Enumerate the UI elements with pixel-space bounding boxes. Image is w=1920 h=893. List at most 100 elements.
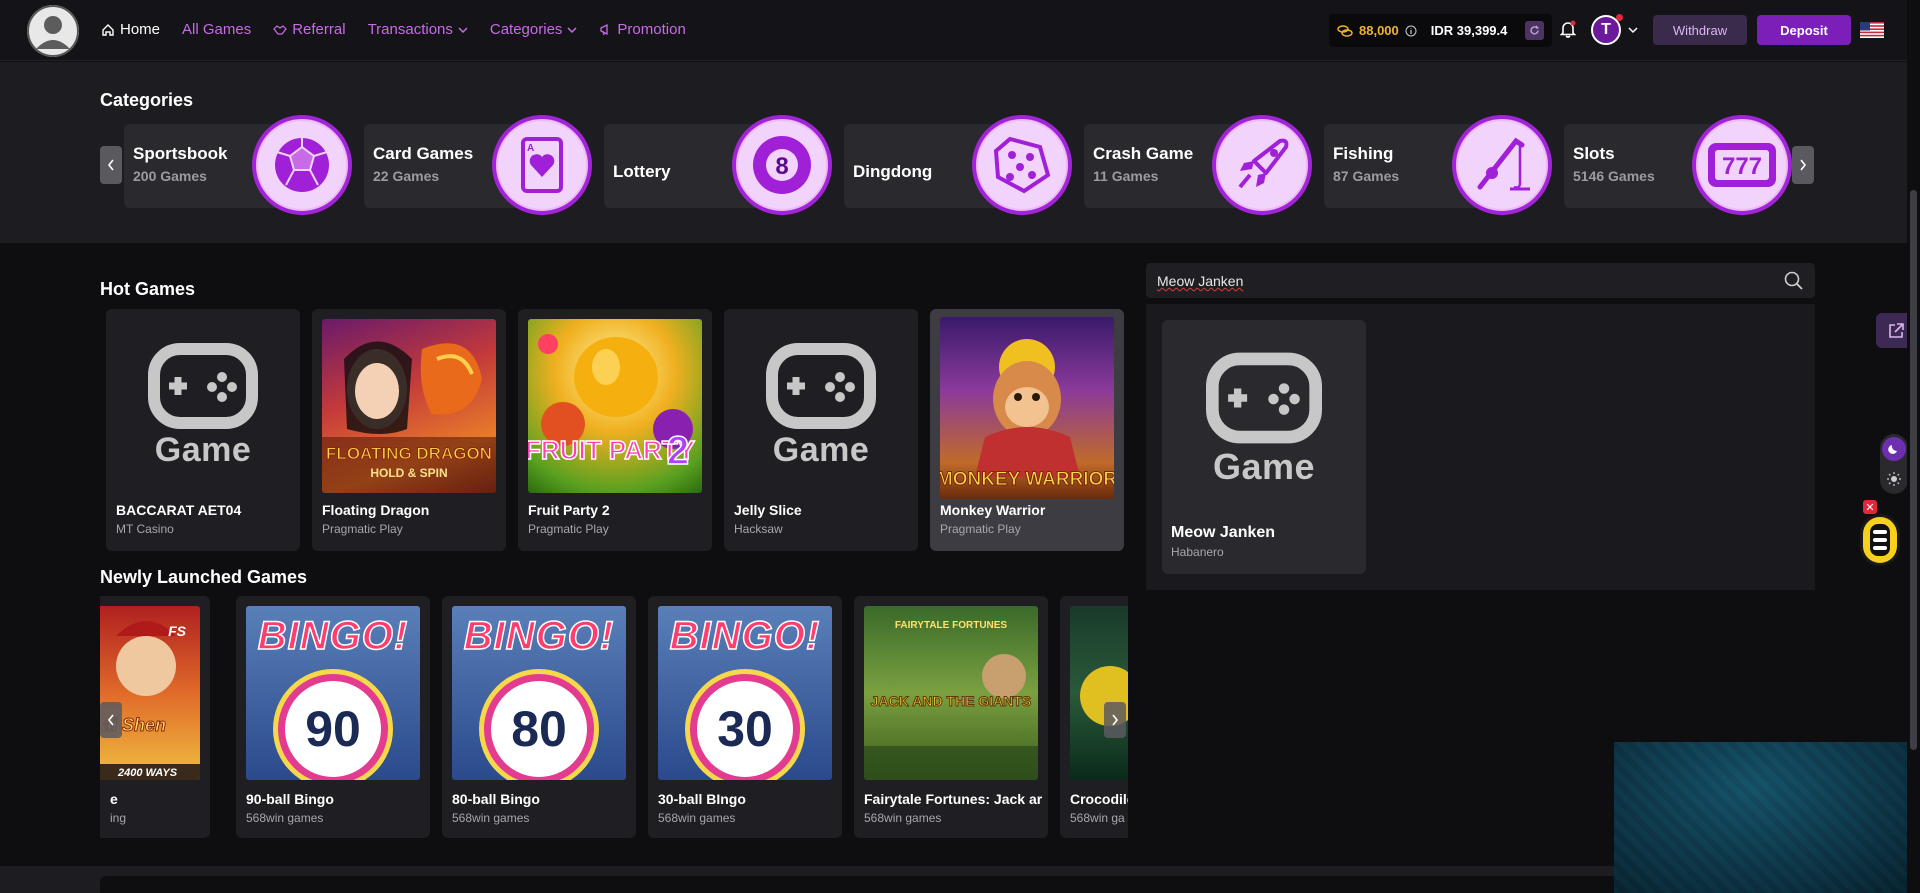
hot-game-card[interactable]: FRUIT PARTY 2 Fruit Party 2 Pragmatic Pl… — [518, 309, 712, 551]
slot-machine-icon: 777 — [1692, 115, 1792, 215]
categories-prev-button[interactable] — [100, 146, 122, 184]
us-flag-icon[interactable] — [1860, 22, 1884, 38]
video-preview-panel[interactable] — [1614, 742, 1920, 893]
game-provider: ing — [110, 811, 127, 825]
chevron-down-icon — [567, 26, 577, 33]
svg-text:8: 8 — [775, 153, 788, 180]
search-input[interactable]: Meow Janken — [1146, 263, 1815, 298]
nav-home[interactable]: Home — [101, 21, 160, 38]
game-provider: MT Casino — [116, 522, 174, 536]
chevron-right-icon — [1800, 159, 1807, 171]
category-name: Sportsbook — [133, 144, 228, 163]
nav-referral[interactable]: Referral — [273, 21, 346, 38]
game-thumbnail: Game — [116, 319, 290, 493]
game-provider: 568win games — [864, 811, 942, 825]
coin-stack-icon — [1337, 24, 1353, 37]
nav-home-label: Home — [120, 21, 161, 38]
bingo-ball: 90 — [278, 674, 388, 780]
fruit-party-number: 2 — [667, 429, 689, 473]
nav-all-games[interactable]: All Games — [182, 21, 251, 38]
new-game-card[interactable]: BINGO! 80 80-ball Bingo 568win games — [442, 596, 636, 838]
search-result-card[interactable]: Game Meow Janken Habanero — [1162, 320, 1366, 574]
game-name: 90-ball Bingo — [246, 791, 334, 807]
playing-card-icon: A — [492, 115, 592, 215]
category-count: 11 Games — [1093, 168, 1159, 184]
main-nav: Home All Games Referral Transactions Cat… — [101, 21, 686, 38]
hot-game-card[interactable]: Game BACCARAT AET04 MT Casino — [106, 309, 300, 551]
category-name: Slots — [1573, 144, 1615, 163]
notification-bell-icon[interactable] — [1560, 20, 1576, 38]
search-icon[interactable] — [1784, 271, 1803, 290]
nav-promotion[interactable]: Promotion — [599, 21, 686, 38]
category-name: Lottery — [613, 162, 671, 181]
idr-balance: IDR 39,399.4 — [1430, 23, 1508, 38]
hot-game-card[interactable]: FLOATING DRAGON HOLD & SPIN Floating Dra… — [312, 309, 506, 551]
chat-widget-button[interactable] — [1860, 514, 1900, 566]
game-name: Fruit Party 2 — [528, 502, 610, 518]
category-name: Crash Game — [1093, 144, 1194, 163]
nav-all-games-label: All Games — [182, 21, 252, 38]
wallet-balance: 88,000 IDR 39,399.4 — [1329, 14, 1552, 47]
lottery-ball-icon: 8 — [732, 115, 832, 215]
game-name: Monkey Warrior — [940, 502, 1046, 518]
footer-panel — [100, 876, 1620, 893]
game-name: Jelly Slice — [734, 502, 802, 518]
nav-categories[interactable]: Categories — [490, 21, 578, 38]
category-name: Dingdong — [853, 162, 933, 181]
close-icon[interactable]: ✕ — [1863, 500, 1877, 514]
user-initial: T — [1601, 21, 1611, 38]
site-logo-avatar-icon[interactable] — [27, 5, 79, 57]
game-name: Crocodile — [1070, 791, 1128, 807]
deposit-button[interactable]: Deposit — [1757, 15, 1851, 45]
placeholder-label: Game — [154, 430, 252, 469]
theme-toggle[interactable] — [1880, 434, 1908, 494]
game-name: BACCARAT AET04 — [116, 502, 242, 518]
game-name: 30-ball BIngo — [658, 791, 746, 807]
cai-shen-brand: FS — [168, 623, 187, 639]
category-name: Fishing — [1333, 144, 1394, 163]
category-count: 87 Games — [1333, 168, 1400, 184]
game-thumbnail: FAIRYTALE FORTUNES JACK AND THE GIANTS — [864, 606, 1038, 780]
external-link-icon — [1889, 322, 1904, 338]
new-games-next-button[interactable] — [1104, 702, 1126, 738]
svg-text:777: 777 — [1722, 153, 1762, 180]
new-games-carousel: FS ai Shen 2400 WAYS e ing BINGO! 90 90-… — [100, 596, 1128, 839]
new-game-card[interactable]: FAIRYTALE FORTUNES JACK AND THE GIANTS F… — [854, 596, 1048, 838]
monkey-warrior-title: MONKEY WARRIOR — [940, 469, 1114, 490]
dice-icon — [972, 115, 1072, 215]
new-game-card[interactable]: BINGO! 90 90-ball Bingo 568win games — [236, 596, 430, 838]
sun-icon[interactable] — [1882, 467, 1906, 491]
chevron-down-icon — [458, 26, 468, 33]
moon-icon[interactable] — [1882, 437, 1906, 461]
categories-title: Categories — [100, 90, 194, 110]
game-thumbnail: BINGO! 90 — [246, 606, 420, 780]
top-bar: Home All Games Referral Transactions Cat… — [0, 0, 1920, 61]
nav-promotion-label: Promotion — [617, 21, 686, 38]
game-provider: Pragmatic Play — [322, 522, 403, 536]
nav-categories-label: Categories — [489, 21, 563, 38]
hot-game-card[interactable]: Game Jelly Slice Hacksaw — [724, 309, 918, 551]
game-provider: Habanero — [1171, 545, 1224, 559]
game-thumbnail: Game — [734, 319, 908, 493]
refresh-balance-button[interactable] — [1525, 21, 1544, 40]
withdraw-button[interactable]: Withdraw — [1653, 15, 1747, 45]
scrollbar-thumb[interactable] — [1910, 190, 1917, 750]
info-icon[interactable] — [1405, 25, 1417, 37]
new-game-card[interactable]: BINGO! 30 30-ball BIngo 568win games — [648, 596, 842, 838]
chat-bot-icon — [1870, 524, 1890, 556]
game-provider: 568win games — [658, 811, 736, 825]
game-thumbnail: MONKEY WARRIOR — [940, 317, 1114, 499]
game-provider: Pragmatic Play — [528, 522, 609, 536]
game-thumbnail: FRUIT PARTY 2 — [528, 319, 702, 493]
bingo-logo-text: BINGO! — [669, 613, 821, 659]
categories-next-button[interactable] — [1792, 146, 1814, 184]
game-name: Meow Janken — [1171, 524, 1276, 541]
chevron-left-icon — [107, 159, 114, 171]
game-thumbnail: BINGO! 30 — [658, 606, 832, 780]
jack-giants-subtitle: FAIRYTALE FORTUNES — [895, 620, 1008, 631]
chevron-down-icon[interactable] — [1628, 26, 1638, 34]
game-name: 80-ball Bingo — [452, 791, 540, 807]
hot-game-card[interactable]: MONKEY WARRIOR Monkey Warrior Pragmatic … — [930, 309, 1124, 551]
new-games-prev-button[interactable] — [100, 702, 122, 738]
nav-transactions[interactable]: Transactions — [368, 21, 468, 38]
